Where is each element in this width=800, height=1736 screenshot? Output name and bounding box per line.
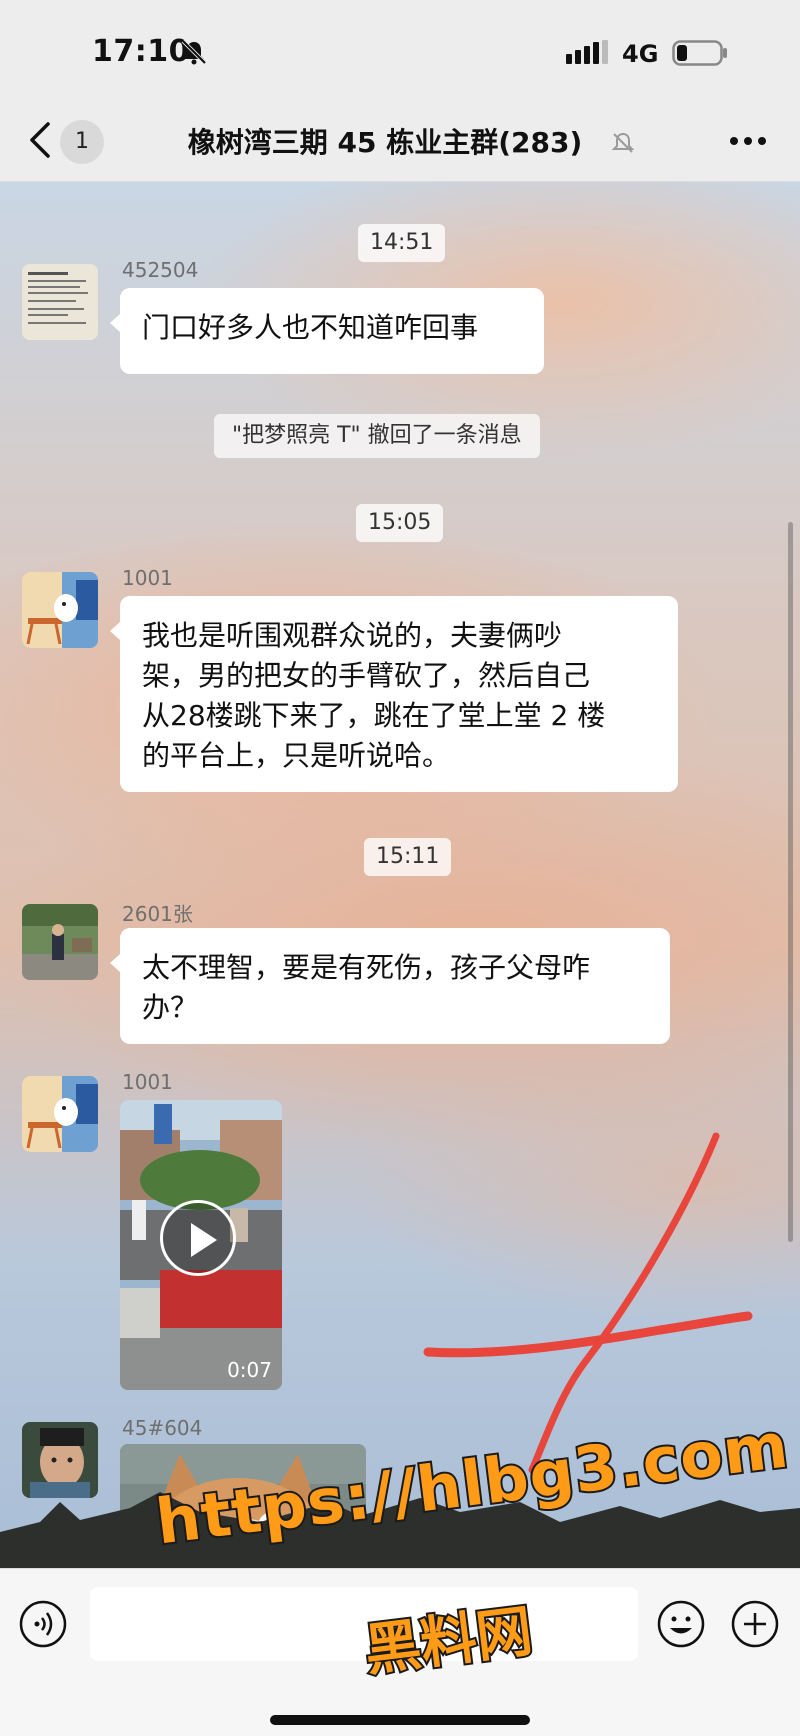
- group-title[interactable]: 橡树湾三期 45 栋业主群(283): [150, 121, 620, 161]
- ellipsis-icon[interactable]: [726, 126, 770, 156]
- chat-header: 1 橡树湾三期 45 栋业主群(283): [0, 100, 800, 182]
- chat-area[interactable]: 14:51 452504 门口好多人也不知道咋回事 "把梦照亮 T" 撤回了一条…: [0, 182, 800, 1568]
- chevron-left-icon[interactable]: [26, 118, 54, 162]
- play-icon[interactable]: [160, 1200, 236, 1276]
- message-line: 架，男的把女的手臂砍了，然后自己: [142, 659, 591, 692]
- voice-icon[interactable]: [18, 1599, 68, 1649]
- avatar[interactable]: [22, 264, 98, 340]
- message-bubble[interactable]: 我也是听围观群众说的，夫妻俩吵 架，男的把女的手臂砍了，然后自己 从28楼跳下来…: [110, 596, 678, 792]
- message-line: 的平台上，只是听说哈。: [142, 739, 451, 772]
- status-bar: 17:10 4G: [0, 0, 800, 100]
- avatar[interactable]: [22, 572, 98, 648]
- sender-name: 45#604: [122, 1416, 203, 1440]
- recall-notice: "把梦照亮 T" 撤回了一条消息: [214, 414, 540, 458]
- sender-name: 452504: [122, 258, 199, 282]
- avatar[interactable]: [22, 1076, 98, 1152]
- emoji-icon[interactable]: [656, 1599, 706, 1649]
- status-time: 17:10: [92, 34, 190, 69]
- signal-icon: [566, 40, 608, 64]
- timestamp: 15:05: [356, 504, 444, 542]
- message-text: 门口好多人也不知道咋回事: [142, 311, 479, 344]
- unread-count-badge[interactable]: 1: [60, 120, 104, 164]
- timestamp: 15:11: [364, 838, 452, 876]
- sender-name: 2601张: [122, 902, 193, 926]
- network-type: 4G: [622, 40, 659, 68]
- sender-name: 1001: [122, 1070, 173, 1094]
- message-line: 从28楼跳下来了，跳在了堂上堂 2 楼: [142, 699, 606, 732]
- message-line: 太不理智，要是有死伤，孩子父母咋: [142, 951, 591, 984]
- message-line: 我也是听围观群众说的，夫妻俩吵: [142, 619, 563, 652]
- bell-off-icon: [181, 39, 207, 65]
- plus-icon[interactable]: [730, 1599, 780, 1649]
- timestamp: 14:51: [358, 224, 446, 262]
- message-bubble[interactable]: 太不理智，要是有死伤，孩子父母咋 办？: [110, 928, 670, 1044]
- video-message[interactable]: 0:07: [120, 1100, 282, 1390]
- sender-name: 1001: [122, 566, 173, 590]
- battery-icon: [672, 40, 727, 66]
- video-duration: 0:07: [227, 1358, 272, 1382]
- bell-off-icon: [611, 132, 635, 153]
- message-line: 办？: [142, 991, 199, 1024]
- scrollbar[interactable]: [788, 522, 793, 1242]
- avatar[interactable]: [22, 904, 98, 980]
- message-bubble[interactable]: 门口好多人也不知道咋回事: [110, 288, 544, 374]
- home-indicator[interactable]: [270, 1715, 530, 1725]
